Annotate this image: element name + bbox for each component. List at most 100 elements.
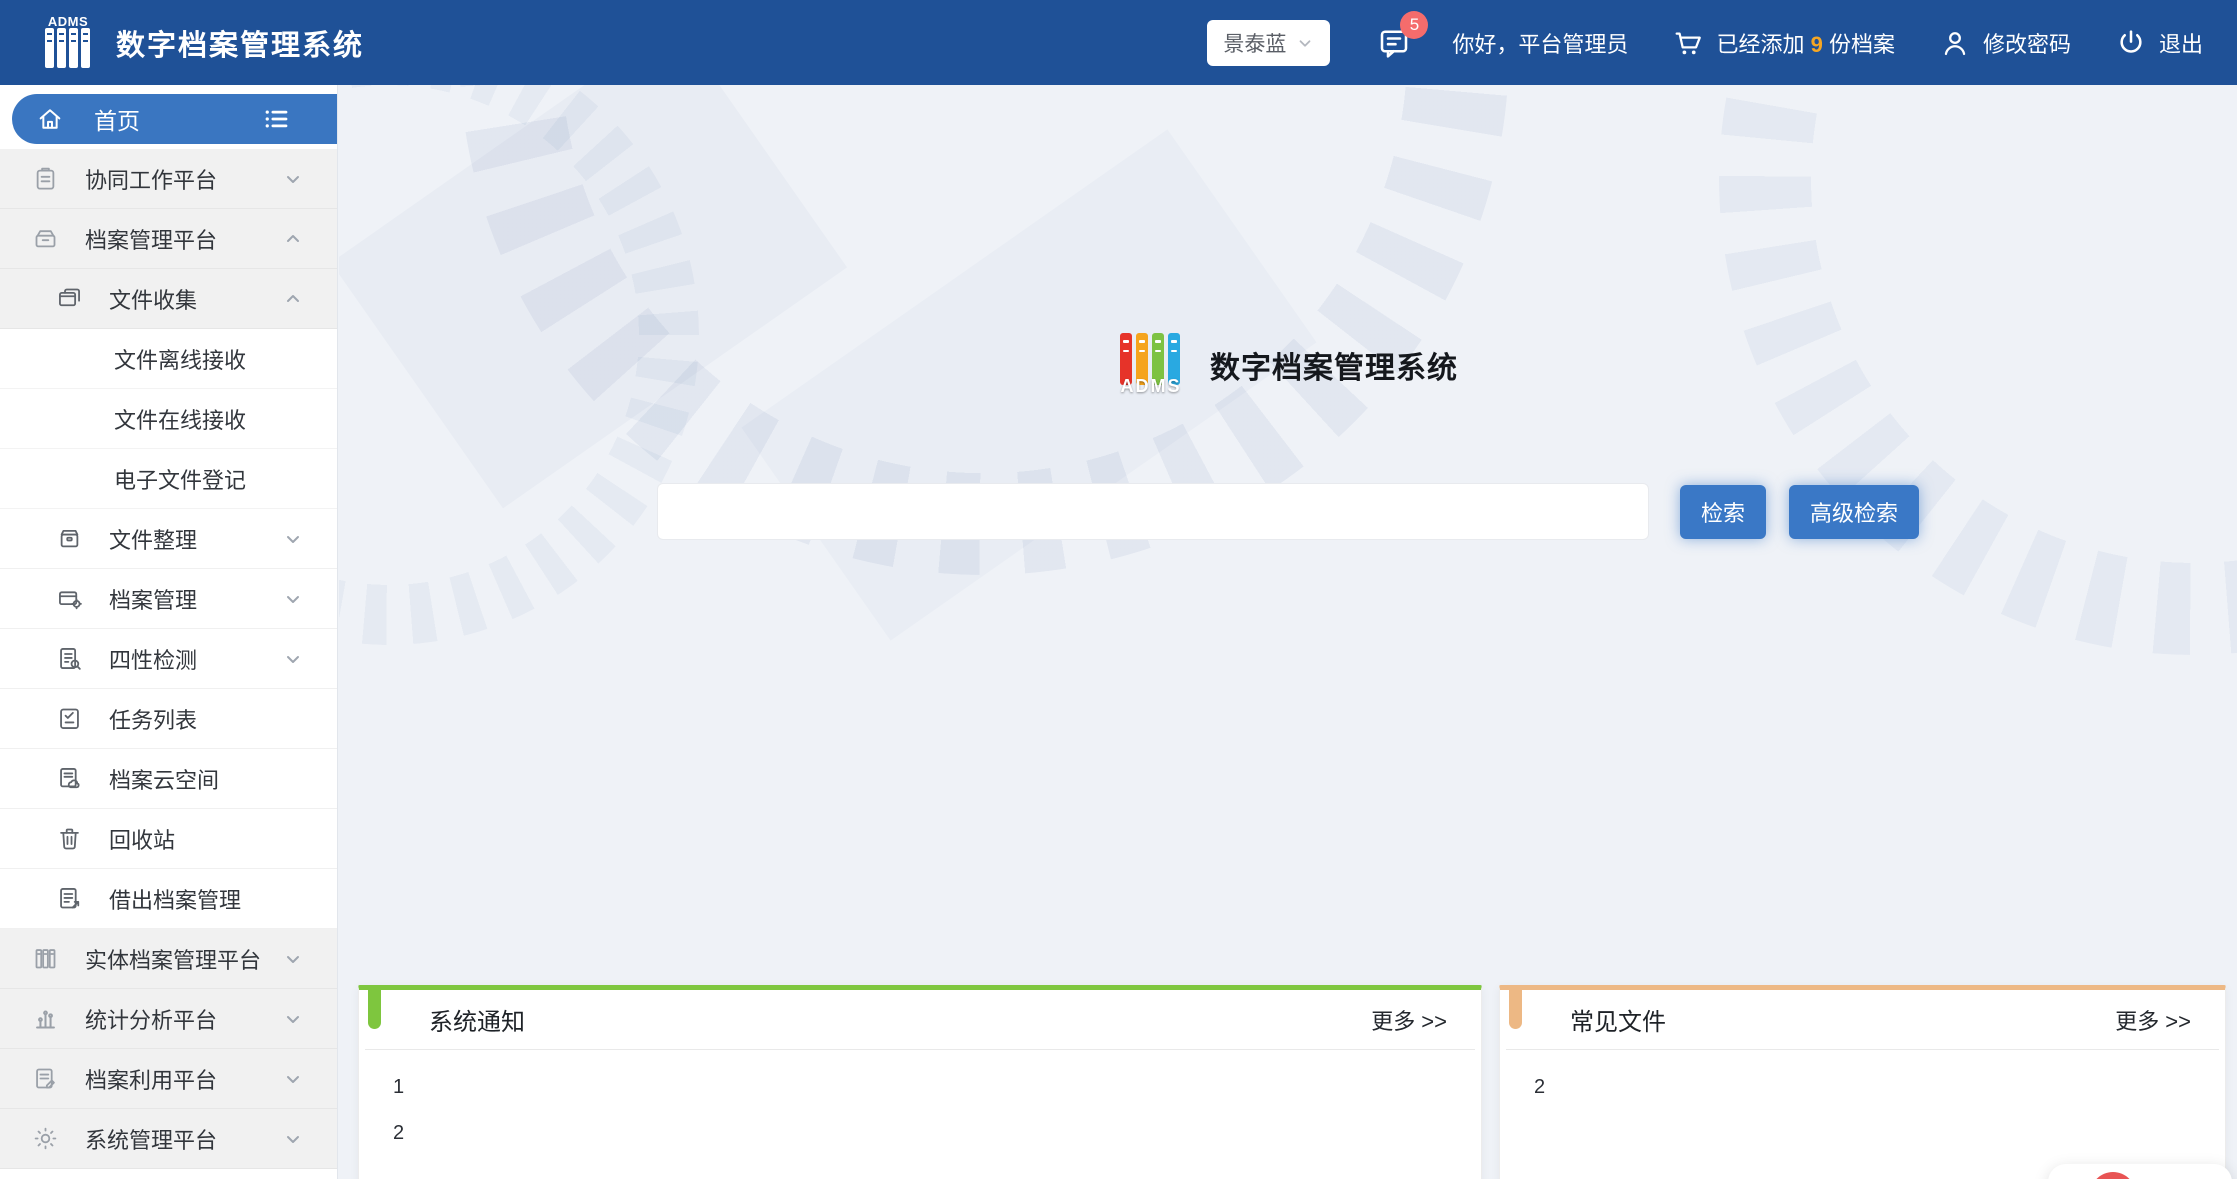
more-link[interactable]: 更多 >> (2115, 1004, 2191, 1036)
notice-list: 1 2 (359, 1050, 1481, 1170)
list-item[interactable]: 2 (393, 1110, 1447, 1156)
cart-button[interactable]: 已经添加 9 份档案 (1672, 27, 1895, 59)
chevron-down-icon (283, 649, 303, 669)
cart-text-suffix: 份档案 (1829, 32, 1895, 57)
sidebar-item-label: 档案管理平台 (85, 223, 217, 255)
sidebar-item-task-list[interactable]: 任务列表 (0, 689, 337, 749)
sidebar-item-lent-archive-mgmt[interactable]: 借出档案管理 (0, 869, 337, 929)
sidebar-item-label: 回收站 (109, 823, 175, 855)
logo-book (45, 28, 54, 68)
sidebar: 首页 协同工作平台 档案管理平台 文件收集 文件离线接收 文件在线接收 (0, 85, 338, 1179)
app-logo-icon: ADMS (40, 15, 96, 71)
search-button[interactable]: 检索 (1680, 485, 1766, 539)
storage-box-icon (56, 525, 83, 552)
document-edit-icon (32, 1065, 59, 1092)
cart-count: 9 (1811, 32, 1823, 57)
list-item[interactable]: 1 (393, 1064, 1447, 1110)
theme-select-value: 景泰蓝 (1223, 28, 1286, 58)
archive-box-icon (32, 225, 59, 252)
logo-book (69, 28, 78, 68)
logout-label: 退出 (2159, 27, 2203, 59)
search-input[interactable] (657, 483, 1649, 540)
common-file-list: 2 (1500, 1050, 2225, 1124)
menu-collapse-icon[interactable] (261, 104, 291, 134)
sidebar-item-system-mgmt-platform[interactable]: 系统管理平台 (0, 1109, 337, 1169)
home-icon (36, 105, 64, 133)
advanced-search-button[interactable]: 高级检索 (1789, 485, 1919, 539)
sidebar-item-four-property-check[interactable]: 四性检测 (0, 629, 337, 689)
chevron-down-icon (283, 1009, 303, 1029)
user-icon (1939, 27, 1971, 59)
chevron-down-icon (283, 589, 303, 609)
sidebar-item-label: 文件收集 (109, 283, 197, 315)
sidebar-item-archive-mgmt-platform[interactable]: 档案管理平台 (0, 209, 337, 269)
bookshelf-icon (32, 945, 59, 972)
panel-accent-tab (1509, 985, 1522, 1029)
sidebar-home-label: 首页 (94, 102, 140, 136)
sidebar-item-file-online-receive[interactable]: 文件在线接收 (0, 389, 337, 449)
sidebar-item-collaboration-platform[interactable]: 协同工作平台 (0, 149, 337, 209)
list-item[interactable]: 2 (1534, 1064, 2191, 1110)
panel-header: 系统通知 更多 >> (365, 990, 1475, 1050)
sidebar-item-label: 文件在线接收 (114, 403, 246, 435)
floating-helper-widget[interactable] (2048, 1164, 2232, 1179)
sidebar-item-archive-usage-platform[interactable]: 档案利用平台 (0, 1049, 337, 1109)
trash-icon (56, 825, 83, 852)
document-cloud-icon (56, 765, 83, 792)
brand-logo-text: ADMS (1118, 376, 1184, 397)
bar-chart-icon (32, 1005, 59, 1032)
sidebar-item-physical-archive-platform[interactable]: 实体档案管理平台 (0, 929, 337, 989)
chevron-down-icon (283, 529, 303, 549)
app-title: 数字档案管理系统 (116, 22, 364, 64)
cart-text-prefix: 已经添加 (1716, 32, 1804, 57)
sidebar-item-recycle-bin[interactable]: 回收站 (0, 809, 337, 869)
panel-accent-tab (368, 985, 381, 1029)
sidebar-item-label: 协同工作平台 (85, 163, 217, 195)
user-greeting: 你好，平台管理员 (1452, 27, 1628, 59)
top-header: ADMS 数字档案管理系统 景泰蓝 5 你好，平台管理员 已经添加 9 份档案 … (0, 0, 2237, 85)
logo-book (81, 28, 90, 68)
center-brand: ADMS 数字档案管理系统 (339, 333, 2237, 397)
chevron-down-icon (283, 1129, 303, 1149)
chevron-down-icon (283, 949, 303, 969)
brand-logo-icon: ADMS (1118, 333, 1184, 397)
panel-title: 系统通知 (429, 1002, 525, 1037)
sidebar-item-label: 电子文件登记 (114, 463, 246, 495)
sidebar-item-statistics-platform[interactable]: 统计分析平台 (0, 989, 337, 1049)
sidebar-item-efile-register[interactable]: 电子文件登记 (0, 449, 337, 509)
power-icon (2115, 27, 2147, 59)
sidebar-item-file-offline-receive[interactable]: 文件离线接收 (0, 329, 337, 389)
common-files-panel: 常见文件 更多 >> 2 (1499, 985, 2226, 1179)
notifications-button[interactable]: 5 (1376, 25, 1412, 61)
chevron-up-icon (283, 229, 303, 249)
sidebar-item-archive-cloud-space[interactable]: 档案云空间 (0, 749, 337, 809)
panel-title: 常见文件 (1570, 1002, 1666, 1037)
change-password-label: 修改密码 (1983, 27, 2071, 59)
sidebar-item-file-collection[interactable]: 文件收集 (0, 269, 337, 329)
more-link[interactable]: 更多 >> (1371, 1004, 1447, 1036)
chevron-up-icon (283, 289, 303, 309)
sidebar-item-label: 四性检测 (109, 643, 197, 675)
change-password-button[interactable]: 修改密码 (1939, 27, 2071, 59)
main-content: ADMS 数字档案管理系统 检索 高级检索 系统通知 更多 >> 1 2 常见文… (339, 85, 2237, 1179)
sidebar-item-label: 系统管理平台 (85, 1123, 217, 1155)
theme-select[interactable]: 景泰蓝 (1207, 20, 1330, 66)
document-arrow-icon (56, 885, 83, 912)
sidebar-item-archive-management[interactable]: 档案管理 (0, 569, 337, 629)
notification-badge: 5 (1400, 11, 1428, 39)
background-watermark (339, 85, 2237, 745)
chevron-down-icon (1296, 34, 1314, 52)
sidebar-item-label: 借出档案管理 (109, 883, 241, 915)
gear-icon (32, 1125, 59, 1152)
chevron-down-icon (283, 1069, 303, 1089)
system-notices-panel: 系统通知 更多 >> 1 2 (358, 985, 1482, 1179)
logout-button[interactable]: 退出 (2115, 27, 2203, 59)
task-clipboard-icon (56, 705, 83, 732)
checklist-magnifier-icon (56, 645, 83, 672)
sidebar-item-home[interactable]: 首页 (12, 94, 337, 144)
archive-gear-icon (56, 585, 83, 612)
app-logo-text: ADMS (48, 14, 88, 29)
sidebar-item-label: 文件离线接收 (114, 343, 246, 375)
sidebar-item-file-arrangement[interactable]: 文件整理 (0, 509, 337, 569)
sidebar-item-label: 统计分析平台 (85, 1003, 217, 1035)
